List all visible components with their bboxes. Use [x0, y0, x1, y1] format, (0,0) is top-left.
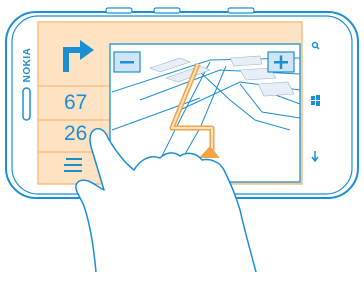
distance-value: 67: [64, 91, 88, 114]
brand-logo: NOKIA: [22, 47, 33, 83]
secondary-value: 26: [64, 122, 88, 145]
phone-illustration: [5, 7, 359, 284]
zoom-out-button[interactable]: [113, 51, 141, 73]
zoom-in-button[interactable]: [267, 51, 295, 73]
